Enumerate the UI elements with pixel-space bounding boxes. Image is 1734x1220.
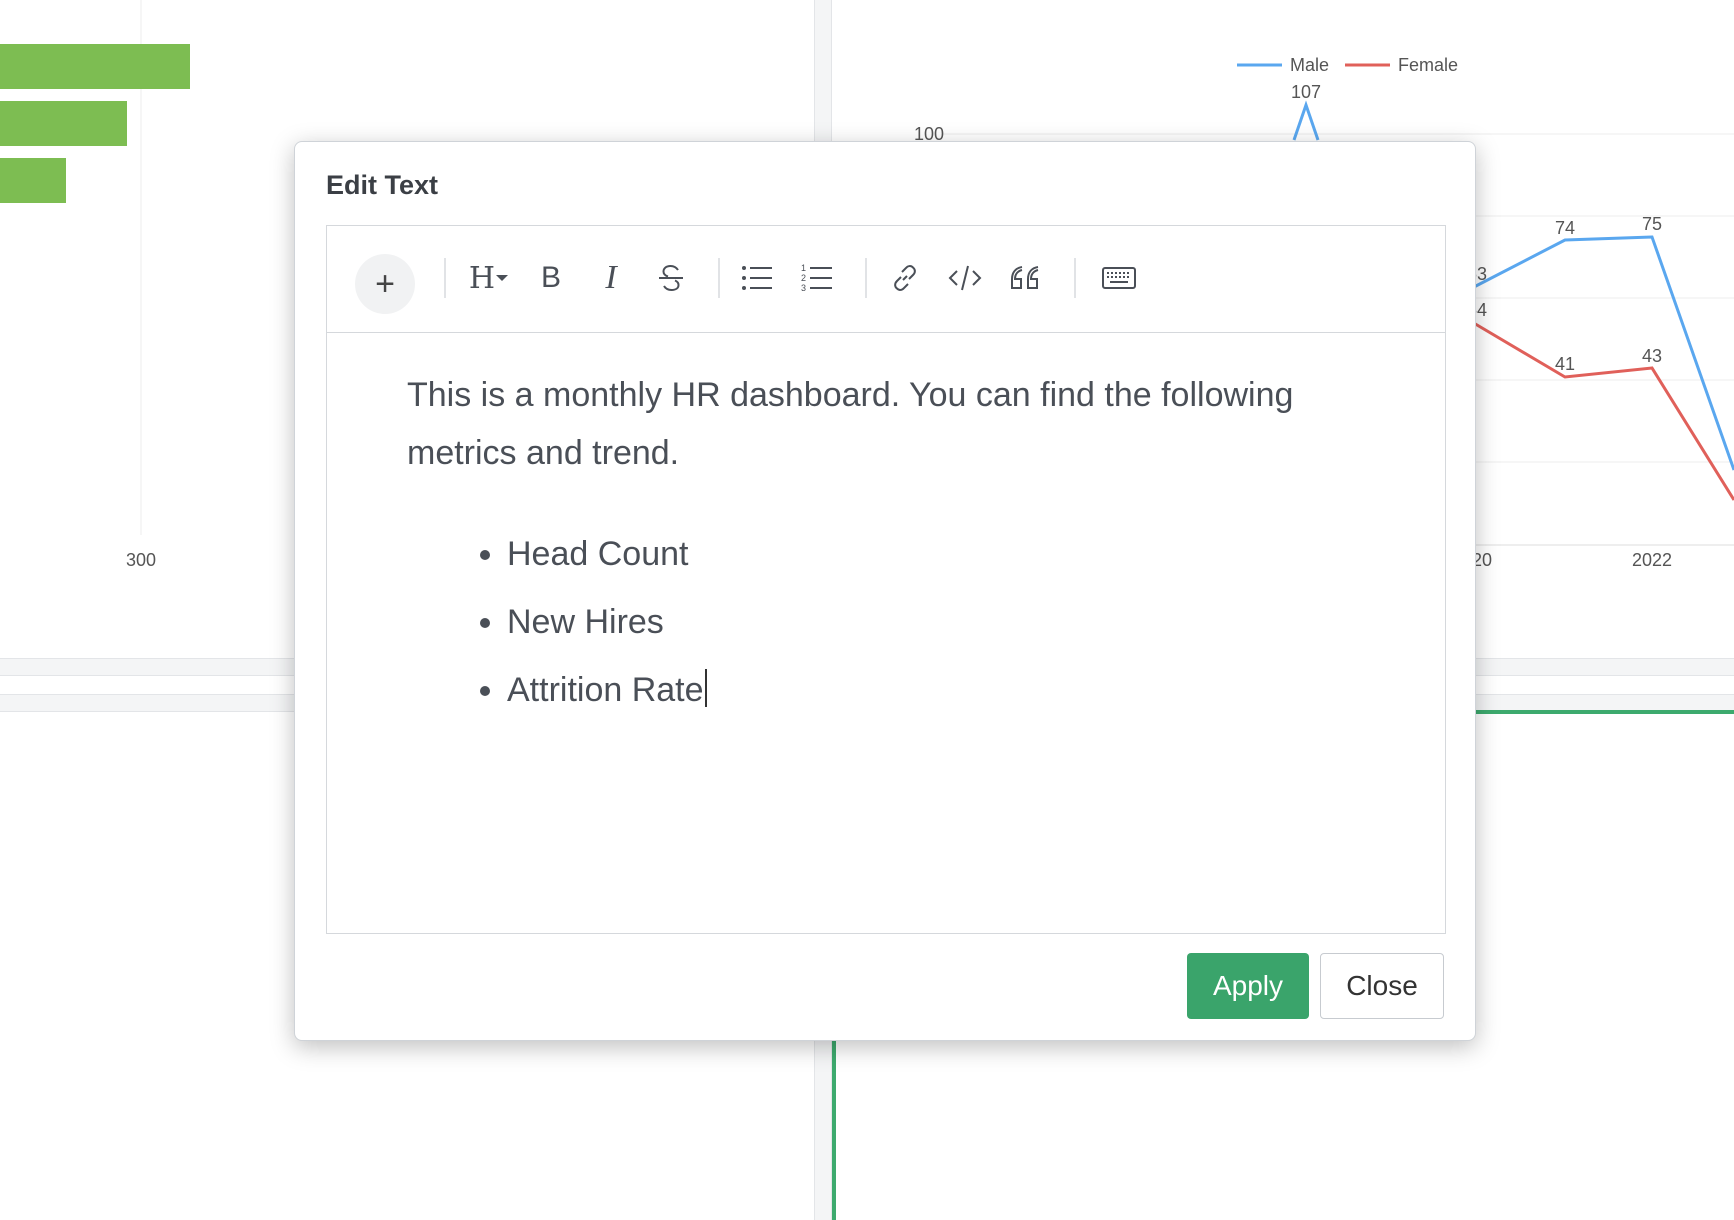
female-data-label: 41: [1555, 354, 1575, 374]
link-icon: [894, 265, 916, 291]
rich-text-editor: + H B I 1 2 3 This is a monthly HR dashb…: [326, 225, 1446, 934]
insert-block-button[interactable]: +: [355, 254, 415, 314]
edit-text-modal: Edit Text + H B I 1 2 3 This is a monthl…: [294, 141, 1476, 1041]
list-item: New Hires: [507, 588, 1387, 656]
toolbar-separator: [444, 258, 446, 298]
bar-chart-bar: [0, 101, 127, 146]
caret-down-icon: [496, 275, 509, 281]
italic-icon: I: [605, 259, 617, 296]
bullet-list-icon: [742, 266, 772, 290]
editor-bullet-list: Head Count New Hires Attrition Rate: [407, 520, 1387, 724]
editor-content[interactable]: This is a monthly HR dashboard. You can …: [407, 366, 1387, 724]
text-cursor: [704, 669, 707, 707]
blockquote-button[interactable]: [1003, 256, 1047, 300]
toolbar-separator: [1074, 258, 1076, 298]
toolbar-separator: [865, 258, 867, 298]
legend-female-label: Female: [1398, 55, 1458, 75]
female-data-label: 43: [1642, 346, 1662, 366]
numbered-list-button[interactable]: 1 2 3: [795, 256, 839, 300]
legend-male-label: Male: [1290, 55, 1329, 75]
line-chart-x-tick-label: 2022: [1632, 550, 1672, 570]
strikethrough-icon: [659, 264, 683, 292]
bullet-list-button[interactable]: [735, 256, 779, 300]
bar-chart-bar: [0, 158, 66, 203]
close-button[interactable]: Close: [1320, 953, 1444, 1019]
line-series-female: [1471, 320, 1734, 501]
modal-title: Edit Text: [326, 170, 439, 200]
svg-text:3: 3: [801, 283, 806, 293]
panel-accent-horizontal: [1470, 710, 1734, 714]
numbered-list-icon: 1 2 3: [801, 263, 832, 293]
editor-paragraph: This is a monthly HR dashboard. You can …: [407, 376, 1294, 472]
editor-toolbar: + H B I 1 2 3: [327, 226, 1445, 333]
code-icon: [948, 265, 982, 291]
male-data-label: 75: [1642, 214, 1662, 234]
list-item: Head Count: [507, 520, 1387, 588]
link-button[interactable]: [883, 256, 927, 300]
panel-accent-vertical: [832, 1030, 836, 1220]
quote-icon: [1011, 266, 1039, 289]
list-item: Attrition Rate: [507, 656, 1387, 724]
male-data-label: 107: [1291, 82, 1321, 102]
male-data-label: 74: [1555, 218, 1575, 238]
heading-dropdown-button[interactable]: H: [461, 256, 517, 300]
strikethrough-button[interactable]: [649, 256, 693, 300]
keyboard-shortcuts-button[interactable]: [1091, 256, 1147, 300]
svg-text:1: 1: [801, 263, 806, 273]
svg-text:2: 2: [801, 273, 806, 283]
keyboard-icon: [1102, 267, 1136, 289]
line-series-male-peak: [1292, 100, 1320, 141]
plus-icon: +: [375, 264, 395, 303]
bar-chart-tick-label: 300: [126, 550, 156, 570]
heading-icon: H: [468, 260, 496, 296]
apply-button[interactable]: Apply: [1187, 953, 1309, 1019]
toolbar-separator: [718, 258, 720, 298]
code-button[interactable]: [943, 256, 987, 300]
italic-button[interactable]: I: [589, 256, 633, 300]
bar-chart-bar: [0, 44, 190, 89]
bold-icon: B: [540, 261, 561, 294]
bold-button[interactable]: B: [529, 256, 573, 300]
